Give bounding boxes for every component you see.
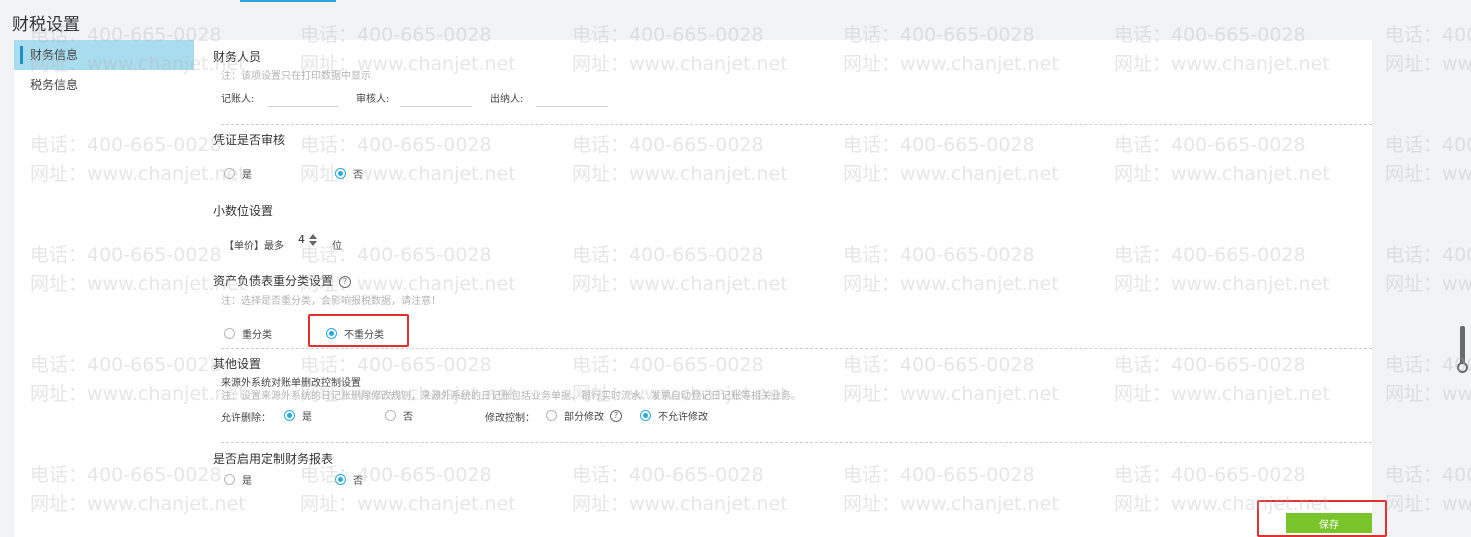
allow-delete-yes-radio[interactable]: 是 [284,408,312,423]
radio-label: 重分类 [242,330,272,341]
radio-checked-icon [284,410,295,421]
allow-delete-label: 允许删除： [221,413,271,424]
bookkeeper-label: 记账人: [221,94,255,105]
modify-control-label: 修改控制： [485,413,535,424]
radio-circle-icon [224,328,235,339]
watermark-site: 网址：www.chanjet.net [1385,163,1471,185]
radio-circle-icon [385,410,396,421]
radio-circle-icon [546,410,557,421]
radio-label: 不允许修改 [658,412,708,423]
stepper-arrows[interactable] [309,233,317,246]
radio-circle-icon [224,474,235,485]
reclassify-radio[interactable]: 重分类 [224,326,272,341]
reclass-title-text: 资产负债表重分类设置 [213,274,334,288]
divider [221,442,1372,443]
bookkeeper-input[interactable] [268,88,338,107]
voucher-review-no-radio[interactable]: 否 [335,166,363,181]
decimal-unit: 位 [332,241,342,252]
radio-label: 是 [242,170,252,181]
no-modify-radio[interactable]: 不允许修改 [640,408,708,423]
watermark-site: 网址：www.chanjet.net [1385,273,1471,295]
watermark-site: 网址：www.chanjet.net [1385,493,1471,515]
footer-bar [14,506,1372,537]
radio-checked-icon [640,410,651,421]
voucher-review-title: 凭证是否审核 [213,133,286,147]
scrollbar-knob-icon[interactable] [1457,362,1468,373]
reviewer-label: 审核人: [356,94,390,105]
radio-checked-icon [335,474,346,485]
partial-modify-radio[interactable]: 部分修改 ? [546,408,622,423]
watermark-phone: 电话：400-665-0028 [1385,134,1471,156]
other-settings-note: 注：设置来源外系统的日记账删除修改规则，来源外系统的日记账包括业务单据、银行实时… [221,391,801,402]
help-icon[interactable]: ? [339,275,352,288]
settings-panel: 财务人员 注：该项设置只在打印数据中显示 记账人: 审核人: 出纳人: 凭证是否… [194,40,1372,506]
reclass-note: 注：选择是否重分类，会影响报税数据，请注意！ [221,296,441,307]
custom-reports-title: 是否启用定制财务报表 [213,452,334,466]
decimal-value: 4 [298,233,305,246]
cashier-input[interactable] [536,88,608,107]
reclass-title: 资产负债表重分类设置? [213,272,352,289]
arrow-up-icon[interactable] [309,233,317,239]
page-title: 财税设置 [12,15,80,35]
radio-label: 否 [353,170,363,181]
watermark-phone: 电话：400-665-0028 [1385,24,1471,46]
voucher-review-yes-radio[interactable]: 是 [224,166,252,181]
radio-label: 是 [242,476,252,487]
custom-reports-no-radio[interactable]: 否 [335,472,363,487]
radio-checked-icon [335,168,346,179]
divider [221,348,1372,349]
watermark-phone: 电话：400-665-0028 [1385,244,1471,266]
radio-circle-icon [224,168,235,179]
sidebar-item-finance-info[interactable]: 财务信息 [14,40,194,70]
radio-label: 部分修改 [564,412,604,423]
cashier-label: 出纳人: [490,94,524,105]
annotation-highlight-box [308,314,409,347]
radio-label: 是 [302,412,312,423]
watermark-site: 网址：www.chanjet.net [1385,53,1471,75]
annotation-highlight-box [1257,500,1387,537]
decimal-title: 小数位设置 [213,204,274,218]
watermark-phone: 电话：400-665-0028 [1385,464,1471,486]
other-settings-title: 其他设置 [213,357,262,371]
watermark-site: 网址：www.chanjet.net [1385,383,1471,405]
unit-price-label: 【单价】最多 [224,241,284,252]
divider [221,124,1372,125]
finance-staff-title: 财务人员 [213,50,262,64]
allow-delete-no-radio[interactable]: 否 [385,408,413,423]
radio-label: 否 [353,476,363,487]
decimal-stepper[interactable]: 4 [298,233,317,246]
radio-label: 否 [403,412,413,423]
sidebar-item-tax-info[interactable]: 税务信息 [14,70,194,100]
custom-reports-yes-radio[interactable]: 是 [224,472,252,487]
help-icon[interactable]: ? [610,409,622,422]
top-tab-indicator [240,0,336,2]
sidebar: 财务信息 税务信息 [14,40,194,510]
reviewer-input[interactable] [400,88,472,107]
arrow-down-icon[interactable] [309,240,317,246]
finance-staff-note: 注：该项设置只在打印数据中显示 [221,71,371,82]
